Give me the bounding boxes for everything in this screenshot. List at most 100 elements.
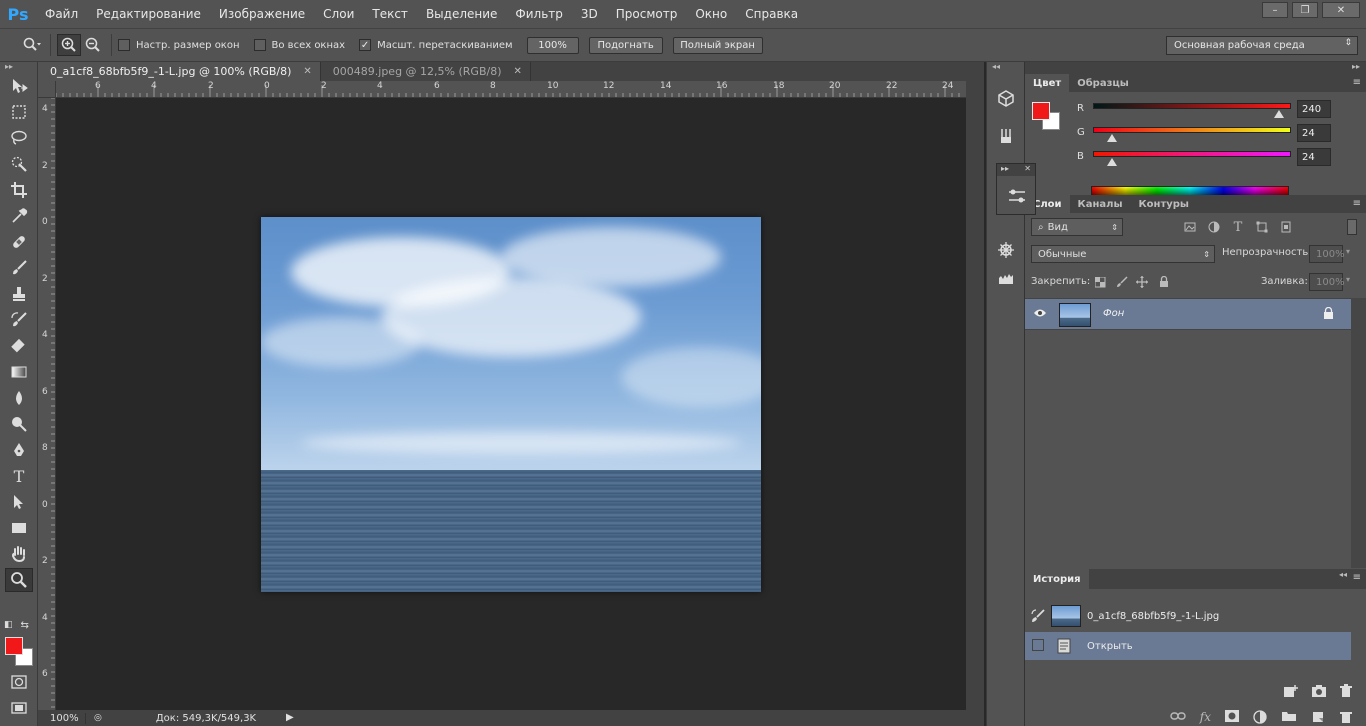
lock-pixels-icon[interactable] [1115, 275, 1129, 289]
delete-layer-icon[interactable] [1339, 710, 1353, 726]
green-slider[interactable]: G 24 [1077, 124, 1366, 146]
path-selection-tool-icon[interactable] [5, 490, 33, 514]
menu-view[interactable]: Просмотр [607, 0, 687, 28]
expand-icon[interactable]: ▸▸ [1001, 164, 1009, 176]
scrubby-zoom-option[interactable]: ✓ Масшт. перетаскиванием [359, 39, 513, 51]
resize-windows-checkbox[interactable] [118, 39, 130, 51]
quick-mask-icon[interactable] [5, 670, 33, 694]
filter-adjustment-icon[interactable] [1207, 220, 1221, 234]
type-tool-icon[interactable]: T [5, 464, 33, 488]
filter-toggle[interactable] [1347, 219, 1357, 235]
red-value-input[interactable]: 240 [1297, 100, 1331, 118]
collapse-icon[interactable]: ◂◂ [1339, 570, 1347, 579]
close-tab-icon[interactable]: ✕ [514, 66, 522, 77]
default-colors-icon[interactable]: ◧ [4, 620, 13, 631]
opacity-dropdown-icon[interactable]: ▾ [1346, 247, 1350, 256]
opacity-input[interactable]: 100% [1309, 245, 1345, 263]
menu-select[interactable]: Выделение [417, 0, 506, 28]
healing-brush-tool-icon[interactable] [5, 230, 33, 254]
add-mask-icon[interactable] [1225, 710, 1239, 726]
layers-scrollbar[interactable] [1351, 298, 1366, 568]
menu-layers[interactable]: Слои [314, 0, 363, 28]
history-brush-tool-icon[interactable] [5, 308, 33, 332]
folder-icon[interactable] [1281, 710, 1297, 726]
panel-menu-icon[interactable]: ≡ [1353, 572, 1361, 583]
blur-tool-icon[interactable] [5, 386, 33, 410]
fill-input[interactable]: 100% [1309, 273, 1345, 291]
fill-screen-button[interactable]: Полный экран [672, 36, 763, 54]
scrubby-zoom-checkbox[interactable]: ✓ [359, 39, 372, 51]
menu-image[interactable]: Изображение [210, 0, 314, 28]
menu-type[interactable]: Текст [363, 0, 417, 28]
pen-tool-icon[interactable] [5, 438, 33, 462]
actual-pixels-button[interactable]: 100% [526, 36, 579, 54]
status-info-icon[interactable]: ◎ [94, 713, 102, 723]
tab-paths[interactable]: Контуры [1131, 195, 1197, 213]
move-tool-icon[interactable] [5, 74, 33, 98]
history-snapshot[interactable]: 0_a1cf8_68bfb5f9_-1-L.jpg [1025, 602, 1351, 630]
panel-menu-icon[interactable]: ≡ [1353, 198, 1361, 209]
zoom-tool-icon[interactable] [5, 568, 33, 592]
filter-shape-icon[interactable] [1255, 220, 1269, 234]
close-button[interactable]: ✕ [1322, 2, 1360, 18]
foreground-color-swatch[interactable] [5, 637, 23, 655]
zoom-in-icon[interactable] [57, 34, 81, 56]
vertical-ruler[interactable]: 4 2 0 2 4 6 8 0 2 4 6 [38, 98, 56, 710]
new-document-from-state-icon[interactable] [1283, 684, 1299, 701]
new-layer-icon[interactable] [1311, 710, 1325, 726]
flyout-close-icon[interactable]: ✕ [1024, 164, 1031, 176]
lock-transparent-icon[interactable] [1093, 275, 1107, 289]
zoom-level[interactable]: 100% [38, 712, 86, 724]
fit-screen-button[interactable]: Подогнать [588, 36, 663, 54]
red-thumb[interactable] [1274, 110, 1285, 118]
quick-selection-tool-icon[interactable] [5, 152, 33, 176]
blend-mode-select[interactable]: Обычные ⇕ [1031, 245, 1215, 263]
workspace-select[interactable]: Основная рабочая среда ⇕ [1166, 36, 1358, 55]
close-tab-icon[interactable]: ✕ [303, 66, 311, 77]
document-tab-inactive[interactable]: 000489.jpeg @ 12,5% (RGB/8) ✕ [320, 62, 531, 81]
filter-type-icon[interactable]: T [1231, 220, 1245, 235]
layer-filter-select[interactable]: ⌕ Вид ⇕ [1031, 218, 1123, 236]
screen-mode-icon[interactable] [5, 696, 33, 720]
resize-windows-option[interactable]: Настр. размер окон [118, 39, 240, 51]
minimize-button[interactable]: – [1262, 2, 1288, 18]
3d-panel-icon[interactable] [993, 86, 1019, 110]
dock-grip-icon[interactable]: ◂◂ [987, 62, 1024, 72]
blue-slider[interactable]: B 24 [1077, 148, 1366, 170]
restore-button[interactable]: ❐ [1292, 2, 1318, 18]
tab-swatches[interactable]: Образцы [1069, 74, 1137, 92]
eye-icon[interactable] [1033, 308, 1047, 321]
tab-channels[interactable]: Каналы [1070, 195, 1131, 213]
color-panel-foreground[interactable] [1032, 102, 1050, 120]
adjustments-icon[interactable] [1004, 184, 1030, 208]
camera-icon[interactable] [1311, 684, 1327, 701]
blue-thumb[interactable] [1106, 158, 1117, 166]
tab-history[interactable]: История [1025, 569, 1089, 589]
lasso-tool-icon[interactable] [5, 126, 33, 150]
eyedropper-tool-icon[interactable] [5, 204, 33, 228]
link-icon[interactable] [1170, 710, 1186, 726]
swap-colors-icon[interactable]: ⇆ [21, 620, 29, 631]
document-tab-active[interactable]: 0_a1cf8_68bfb5f9_-1-L.jpg @ 100% (RGB/8)… [38, 62, 321, 81]
horizontal-ruler[interactable]: 6 4 2 0 2 4 6 8 10 12 14 16 18 20 22 24 [56, 81, 966, 98]
filter-pixel-icon[interactable] [1183, 220, 1197, 234]
vertical-scrollbar[interactable] [966, 81, 984, 710]
crop-tool-icon[interactable] [5, 178, 33, 202]
menu-filter[interactable]: Фильтр [506, 0, 571, 28]
zoom-tool-preset-icon[interactable] [20, 34, 44, 56]
history-step[interactable]: Открыть [1025, 632, 1351, 660]
dodge-tool-icon[interactable] [5, 412, 33, 436]
red-slider[interactable]: R 240 [1077, 100, 1366, 122]
menu-edit[interactable]: Редактирование [87, 0, 210, 28]
hand-tool-icon[interactable] [5, 542, 33, 566]
green-track[interactable] [1093, 127, 1291, 133]
navigator-icon[interactable] [993, 238, 1019, 262]
blue-value-input[interactable]: 24 [1297, 148, 1331, 166]
all-windows-option[interactable]: Во всех окнах [253, 39, 345, 51]
status-menu-arrow-icon[interactable]: ▶ [286, 712, 294, 723]
fx-icon[interactable]: fx [1200, 710, 1211, 726]
eraser-tool-icon[interactable] [5, 334, 33, 358]
blue-track[interactable] [1093, 151, 1291, 157]
trash-icon[interactable] [1339, 684, 1353, 701]
clone-stamp-tool-icon[interactable] [5, 282, 33, 306]
